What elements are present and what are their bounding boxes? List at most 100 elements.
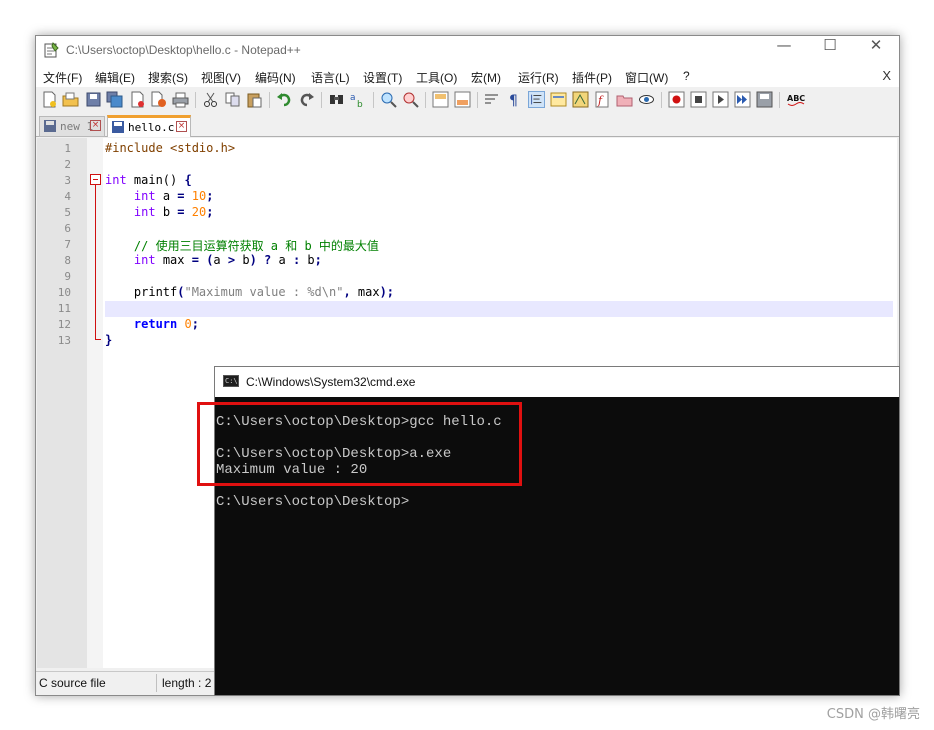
current-line-highlight bbox=[105, 301, 893, 317]
function-list-icon[interactable]: f bbox=[594, 91, 611, 108]
sync-h-icon[interactable] bbox=[454, 91, 471, 108]
watermark: CSDN @韩曙亮 bbox=[826, 707, 920, 722]
code-line: 7 // 使用三目运算符获取 a 和 b 中的最大值 bbox=[37, 237, 897, 253]
spell-check-icon[interactable]: ABC bbox=[786, 91, 808, 108]
menu-file[interactable]: 文件(F) bbox=[43, 69, 82, 86]
tab-close-icon[interactable]: × bbox=[90, 120, 101, 131]
tab-hello-c[interactable]: hello.c × bbox=[107, 115, 191, 137]
cmd-window-title: C:\Windows\System32\cmd.exe bbox=[246, 375, 416, 389]
save-icon[interactable] bbox=[85, 91, 102, 108]
toolbar-separator bbox=[269, 92, 270, 108]
toolbar-separator bbox=[779, 92, 780, 108]
tab-new-1[interactable]: new 1 × bbox=[39, 116, 105, 137]
menu-language[interactable]: 语言(L) bbox=[311, 69, 350, 86]
close-all-icon[interactable] bbox=[150, 91, 167, 108]
stop-macro-icon[interactable] bbox=[690, 91, 707, 108]
code-text: int a = 10; bbox=[133, 189, 214, 203]
line-number: 1 bbox=[64, 142, 71, 155]
menu-bar: 文件(F) 编辑(E) 搜索(S) 视图(V) 编码(N) 语言(L) 设置(T… bbox=[36, 65, 899, 87]
word-wrap-icon[interactable] bbox=[484, 91, 501, 108]
tab-label: hello.c bbox=[128, 121, 175, 134]
title-bar: C:\Users\octop\Desktop\hello.c - Notepad… bbox=[36, 36, 899, 65]
code-text: #include <stdio.h> bbox=[105, 141, 236, 155]
zoom-in-icon[interactable] bbox=[380, 91, 397, 108]
doc-map-icon[interactable] bbox=[572, 91, 589, 108]
new-file-icon[interactable] bbox=[41, 91, 58, 108]
status-length: length : 2 bbox=[162, 676, 212, 690]
menu-plugins[interactable]: 插件(P) bbox=[572, 69, 612, 86]
toolbar: ab ¶ f ABC bbox=[36, 87, 899, 113]
code-line: 5 int b = 20; bbox=[37, 205, 897, 221]
menu-window[interactable]: 窗口(W) bbox=[625, 69, 668, 86]
redo-icon[interactable] bbox=[298, 91, 315, 108]
code-line: 3 int main() { bbox=[37, 173, 897, 189]
line-number: 13 bbox=[57, 334, 71, 347]
menu-run[interactable]: 运行(R) bbox=[518, 69, 559, 86]
menu-encoding[interactable]: 编码(N) bbox=[255, 69, 296, 86]
save-state-icon bbox=[112, 121, 124, 133]
close-button[interactable]: ✕ bbox=[853, 36, 899, 65]
maximize-button[interactable]: ☐ bbox=[807, 36, 853, 65]
console-prompt: C:\Users\octop\Desktop> bbox=[216, 494, 410, 510]
menu-settings[interactable]: 设置(T) bbox=[363, 69, 402, 86]
svg-text:¶: ¶ bbox=[509, 93, 518, 108]
close-document-button[interactable]: X bbox=[882, 68, 891, 83]
cmd-icon-label: C:\ bbox=[225, 377, 238, 385]
code-line: 9 bbox=[37, 269, 897, 285]
code-text: } bbox=[105, 333, 113, 347]
line-number: 3 bbox=[64, 174, 71, 187]
menu-search[interactable]: 搜索(S) bbox=[148, 69, 188, 86]
play-macro-icon[interactable] bbox=[712, 91, 729, 108]
code-comment: // 使用三目运算符获取 a 和 b 中的最大值 bbox=[105, 239, 379, 253]
svg-text:b: b bbox=[357, 100, 363, 108]
record-macro-icon[interactable] bbox=[668, 91, 685, 108]
svg-text:ABC: ABC bbox=[787, 94, 805, 103]
notepad-app-icon bbox=[44, 42, 59, 58]
cmd-app-icon: C:\ bbox=[223, 375, 239, 387]
code-text: int b = 20; bbox=[133, 205, 214, 219]
show-all-chars-icon[interactable]: ¶ bbox=[506, 91, 523, 108]
toolbar-separator bbox=[373, 92, 374, 108]
indent-guide-icon[interactable] bbox=[528, 91, 545, 108]
print-icon[interactable] bbox=[172, 91, 189, 108]
menu-edit[interactable]: 编辑(E) bbox=[95, 69, 135, 86]
cut-icon[interactable] bbox=[202, 91, 219, 108]
find-icon[interactable] bbox=[328, 91, 345, 108]
monitoring-icon[interactable] bbox=[638, 91, 655, 108]
folder-workspace-icon[interactable] bbox=[616, 91, 633, 108]
copy-icon[interactable] bbox=[224, 91, 241, 108]
code-line: 6 bbox=[37, 221, 897, 237]
paste-icon[interactable] bbox=[246, 91, 263, 108]
udl-icon[interactable] bbox=[550, 91, 567, 108]
toolbar-separator bbox=[321, 92, 322, 108]
code-line: 4 int a = 10; bbox=[37, 189, 897, 205]
code-line: 8 int max = (a > b) ? a : b; bbox=[37, 253, 897, 269]
line-number: 8 bbox=[64, 254, 71, 267]
open-file-icon[interactable] bbox=[62, 91, 79, 108]
tab-label: new 1 bbox=[60, 120, 94, 133]
line-number: 10 bbox=[57, 286, 71, 299]
status-language: C source file bbox=[39, 676, 106, 690]
sync-v-icon[interactable] bbox=[432, 91, 449, 108]
tab-close-icon[interactable]: × bbox=[176, 121, 187, 132]
menu-help[interactable]: ? bbox=[683, 69, 690, 83]
save-all-icon[interactable] bbox=[106, 91, 123, 108]
menu-macro[interactable]: 宏(M) bbox=[471, 69, 501, 86]
code-text: return 0; bbox=[133, 317, 199, 331]
run-macro-multiple-icon[interactable] bbox=[734, 91, 751, 108]
save-macro-icon[interactable] bbox=[756, 91, 773, 108]
zoom-out-icon[interactable] bbox=[402, 91, 419, 108]
undo-icon[interactable] bbox=[276, 91, 293, 108]
toolbar-separator bbox=[477, 92, 478, 108]
menu-tools[interactable]: 工具(O) bbox=[416, 69, 457, 86]
minimize-button[interactable]: — bbox=[761, 36, 807, 65]
code-line: 12 return 0; bbox=[37, 317, 897, 333]
code-line: 10 printf("Maximum value : %d\n", max); bbox=[37, 285, 897, 301]
code-text: int main() { bbox=[105, 173, 192, 187]
annotation-highlight-box bbox=[197, 402, 522, 486]
code-text: printf("Maximum value : %d\n", max); bbox=[105, 285, 395, 299]
line-number: 4 bbox=[64, 190, 71, 203]
replace-icon[interactable]: ab bbox=[350, 91, 367, 108]
menu-view[interactable]: 视图(V) bbox=[201, 69, 241, 86]
close-icon[interactable] bbox=[129, 91, 146, 108]
